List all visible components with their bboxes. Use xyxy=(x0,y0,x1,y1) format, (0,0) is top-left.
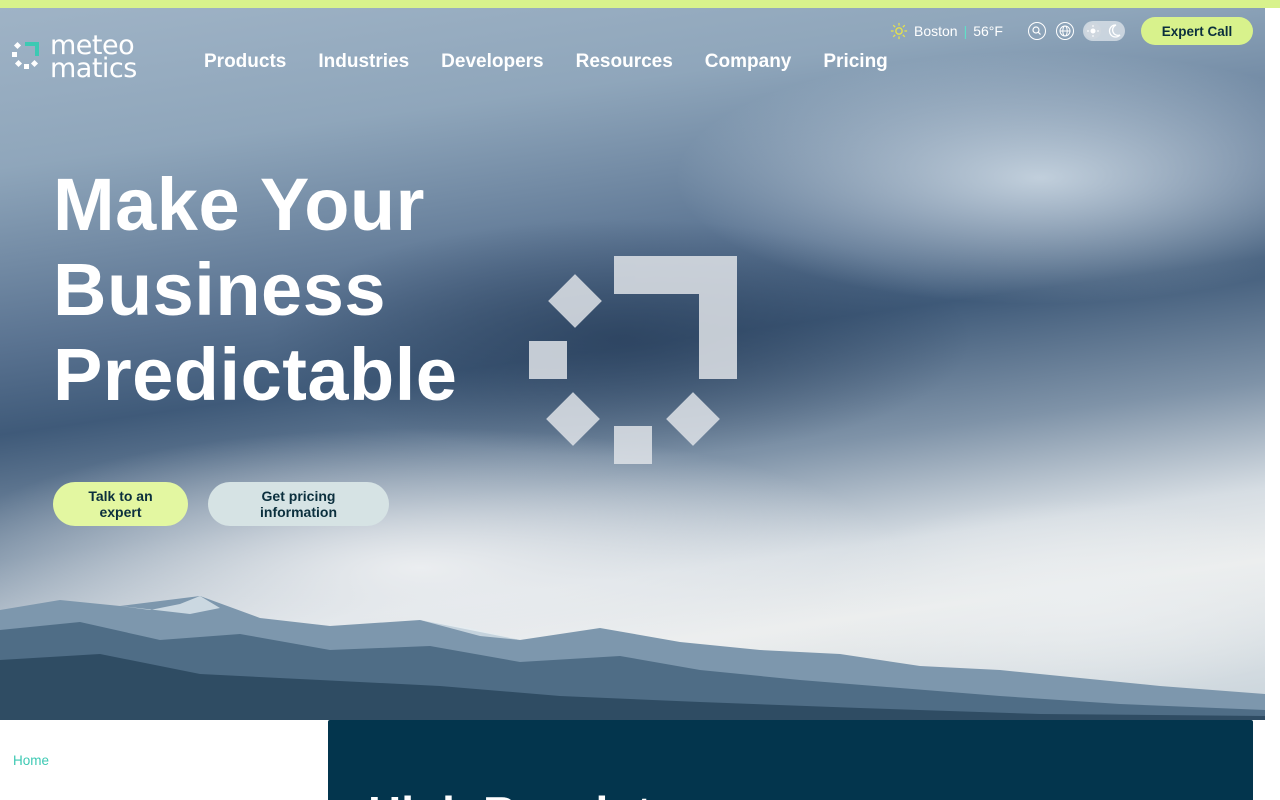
mountain-range-image xyxy=(0,596,1265,720)
nav-item-developers[interactable]: Developers xyxy=(441,51,543,73)
weather-separator: | xyxy=(963,23,968,39)
page-scrollbar[interactable] xyxy=(1265,8,1280,800)
logo-wordmark: meteo matics xyxy=(50,30,137,84)
breadcrumb-home-link[interactable]: Home xyxy=(13,753,49,768)
weather-temperature: 56°F xyxy=(973,23,1003,39)
brand-mark-graphic xyxy=(529,256,737,464)
weather-city: Boston xyxy=(914,23,958,39)
site-header: meteo matics Products Industries Develop… xyxy=(0,8,1265,98)
search-icon[interactable] xyxy=(1028,22,1046,40)
logo-mark-icon xyxy=(12,41,39,69)
nav-item-industries[interactable]: Industries xyxy=(318,51,409,73)
resolution-section: High Resolut xyxy=(328,720,1253,800)
nav-item-pricing[interactable]: Pricing xyxy=(823,51,887,73)
hero-title-line: Predictable xyxy=(53,333,458,416)
nav-item-products[interactable]: Products xyxy=(204,51,286,73)
section-title: High Resolut xyxy=(368,786,652,800)
sun-icon xyxy=(890,22,908,40)
sun-icon xyxy=(1085,23,1101,39)
moon-icon xyxy=(1108,24,1121,38)
get-pricing-button[interactable]: Get pricing information xyxy=(208,482,389,526)
expert-call-button[interactable]: Expert Call xyxy=(1141,17,1253,45)
nav-item-resources[interactable]: Resources xyxy=(576,51,673,73)
main-nav: Products Industries Developers Resources… xyxy=(204,51,888,73)
talk-to-expert-button[interactable]: Talk to an expert xyxy=(53,482,188,526)
theme-toggle[interactable] xyxy=(1083,21,1125,41)
hero-title-line: Business xyxy=(53,248,387,331)
nav-item-company[interactable]: Company xyxy=(705,51,792,73)
hero-title-line: Make Your xyxy=(53,163,425,246)
globe-icon[interactable] xyxy=(1056,22,1074,40)
top-accent-bar xyxy=(0,0,1280,8)
hero-title: Make Your Business Predictable xyxy=(53,162,457,417)
weather-widget[interactable]: Boston | 56°F xyxy=(890,22,1003,40)
meteomatics-logo[interactable]: meteo matics xyxy=(12,32,162,86)
